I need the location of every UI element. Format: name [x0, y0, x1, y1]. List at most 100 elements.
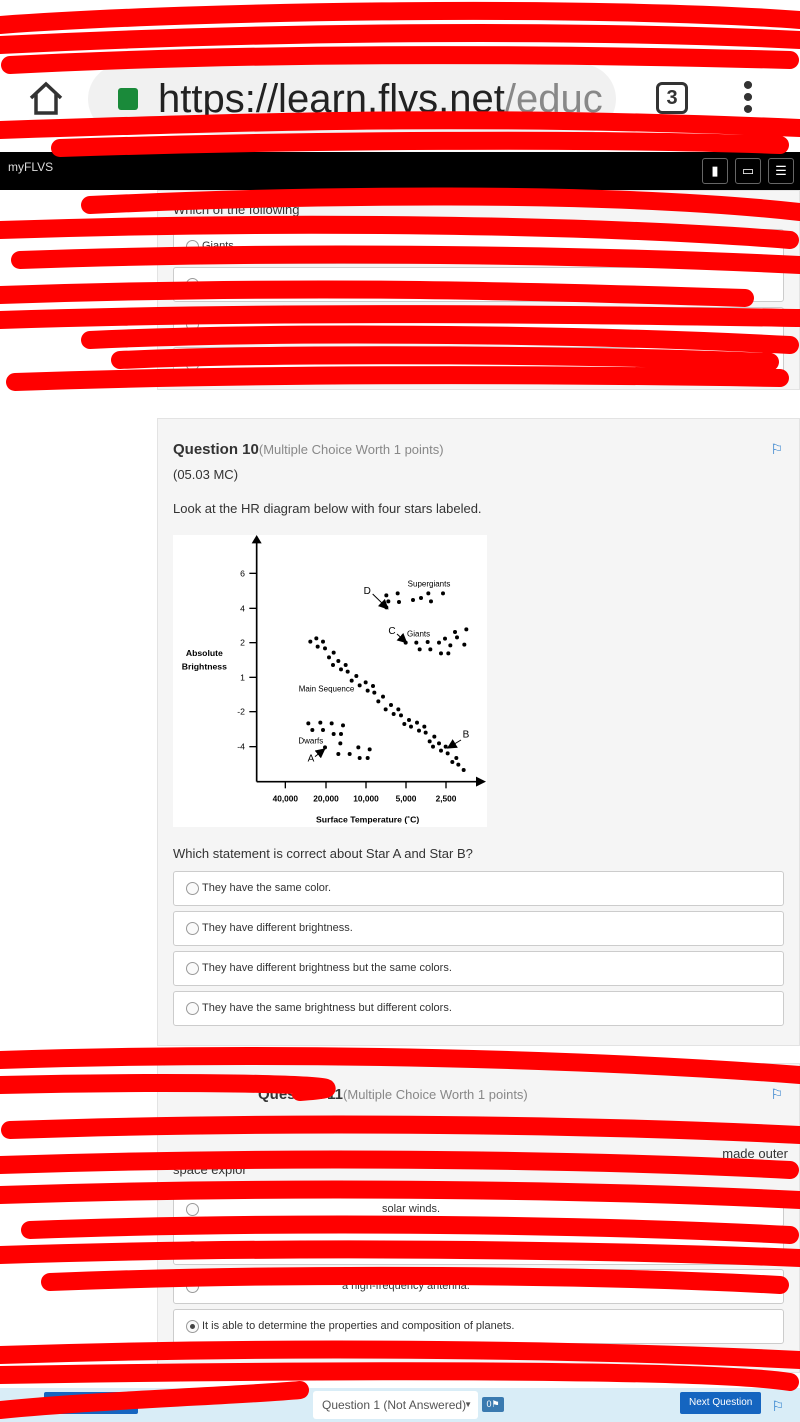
main-sequence-star — [445, 751, 450, 756]
radio-button[interactable] — [186, 922, 199, 935]
dwarf-star — [321, 728, 325, 732]
book-icon[interactable]: ▮ — [702, 158, 728, 184]
question-11-card: Question 11(Multiple Choice Worth 1 poin… — [157, 1063, 800, 1373]
giant-star — [403, 640, 408, 645]
answer-option[interactable]: They have different brightness but the s… — [173, 951, 784, 986]
supergiant-star — [411, 598, 415, 602]
question-text: Which statement is correct about Star A … — [173, 846, 473, 861]
radio-button[interactable] — [186, 1002, 199, 1015]
select-value: Question 1 (Not Answered) — [322, 1398, 467, 1412]
hamburger-menu-icon[interactable]: ☰ — [768, 158, 794, 184]
dwarf-star — [329, 721, 334, 726]
url-path: /educ — [504, 77, 603, 121]
flag-icon[interactable]: ⚐ — [771, 1398, 784, 1415]
radio-button[interactable] — [186, 962, 199, 975]
lock-icon — [118, 88, 138, 110]
giant-star — [453, 630, 457, 634]
main-sequence-star — [383, 707, 388, 712]
main-sequence-star — [321, 639, 325, 644]
question-worth: (Multiple Choice Worth 1 points) — [258, 442, 444, 457]
inbox-icon[interactable]: ▭ — [735, 158, 761, 184]
dwarf-star — [336, 752, 341, 756]
radio-button[interactable] — [186, 240, 199, 253]
radio-button[interactable] — [186, 882, 199, 895]
x-tick-label: 2,500 — [436, 794, 457, 804]
flag-count: 0 — [486, 1399, 492, 1409]
y-axis-label: Absolute — [186, 648, 223, 658]
radio-button-selected[interactable] — [186, 1320, 199, 1333]
main-sequence-star — [417, 728, 421, 733]
dwarf-star — [318, 720, 323, 725]
radio-button[interactable] — [186, 318, 199, 331]
radio-button[interactable] — [186, 358, 199, 371]
x-tick-label: 5,000 — [396, 794, 417, 804]
option-label: It is able to determine the properties a… — [202, 1320, 515, 1332]
question-title: Question 10(Multiple Choice Worth 1 poin… — [173, 441, 444, 458]
giant-star — [462, 642, 467, 647]
label-c: C — [388, 626, 395, 637]
dwarf-star — [347, 752, 352, 756]
option-label: solar winds. — [382, 1203, 441, 1215]
main-sequence-star — [409, 724, 413, 729]
giant-star — [439, 651, 443, 656]
flag-icon[interactable]: ⚐ — [770, 441, 783, 458]
option-label: They have different brightness but the s… — [202, 962, 452, 974]
url-bar[interactable]: https://learn.flvs.net/educ — [88, 64, 616, 134]
giant-star — [464, 627, 469, 632]
y-tick-label: 2 — [240, 638, 245, 648]
more-options-icon[interactable]: • • • — [738, 71, 758, 125]
x-axis-label: Surface Temperature (˚C) — [316, 815, 419, 825]
main-sequence-star — [432, 734, 437, 739]
radio-button[interactable] — [186, 1280, 199, 1293]
radio-button[interactable] — [186, 278, 199, 291]
answer-option[interactable]: They have the same color. — [173, 871, 784, 906]
answer-option[interactable]: solar winds. — [173, 1192, 784, 1227]
answer-option[interactable]: They have the same brightness but differ… — [173, 991, 784, 1026]
giant-star — [414, 640, 419, 645]
option-label: They have different brightness. — [202, 922, 353, 934]
tab-count-button[interactable]: 3 — [656, 82, 688, 114]
y-tick-label: 4 — [240, 603, 245, 613]
main-sequence-star — [391, 712, 396, 716]
main-sequence-star — [389, 703, 393, 707]
main-sequence-star — [354, 674, 359, 678]
question-intro: Look at the HR diagram below with four s… — [173, 501, 482, 516]
x-tick-label: 10,000 — [353, 794, 379, 804]
answer-option-selected[interactable]: It is able to determine the properties a… — [173, 1309, 784, 1344]
main-sequence-star — [331, 650, 336, 655]
previous-question-button[interactable]: Previous Questio — [44, 1392, 139, 1414]
supergiant-star — [395, 591, 400, 596]
main-sequence-star — [427, 739, 432, 744]
supergiant-star — [386, 599, 391, 604]
radio-button[interactable] — [186, 1241, 199, 1254]
hr-diagram: 6 4 2 1 -2 -4 40,000 20,000 10,000 5,000 2,500 Abs… — [173, 535, 487, 827]
home-icon[interactable] — [28, 80, 64, 116]
main-sequence-star — [431, 744, 435, 749]
answer-option[interactable]: They have different brightness. — [173, 911, 784, 946]
main-sequence-star — [349, 678, 354, 683]
main-sequence-star — [381, 694, 385, 699]
radio-button[interactable] — [186, 1203, 199, 1216]
main-sequence-star — [437, 741, 441, 746]
main-sequence-star — [439, 748, 443, 753]
answer-option[interactable]: a high-frequency antenna. — [173, 1269, 784, 1304]
flag-count-badge[interactable]: 0⚑ — [482, 1397, 504, 1412]
answer-option[interactable] — [173, 307, 784, 342]
flag-icon[interactable]: ⚐ — [770, 1086, 783, 1103]
main-sequence-star — [371, 684, 375, 688]
supergiant-star — [397, 600, 401, 604]
main-sequence-star — [345, 669, 350, 674]
question-navigation-bar: Previous Questio Question 1 (Not Answere… — [0, 1388, 800, 1422]
next-question-button[interactable]: Next Question — [680, 1392, 762, 1414]
answer-option[interactable]: Giants — [173, 229, 784, 264]
question-select[interactable]: Question 1 (Not Answered) ▼ — [313, 1391, 478, 1419]
answer-option[interactable] — [173, 347, 784, 382]
main-sequence-star — [336, 659, 341, 663]
main-sequence-star — [407, 718, 411, 722]
question-prompt: Which of the following — [173, 202, 300, 217]
main-sequence-star — [365, 688, 370, 693]
main-sequence-star — [339, 667, 343, 672]
answer-option[interactable] — [173, 267, 784, 302]
main-sequence-star — [454, 756, 459, 760]
answer-option[interactable] — [173, 1230, 784, 1265]
